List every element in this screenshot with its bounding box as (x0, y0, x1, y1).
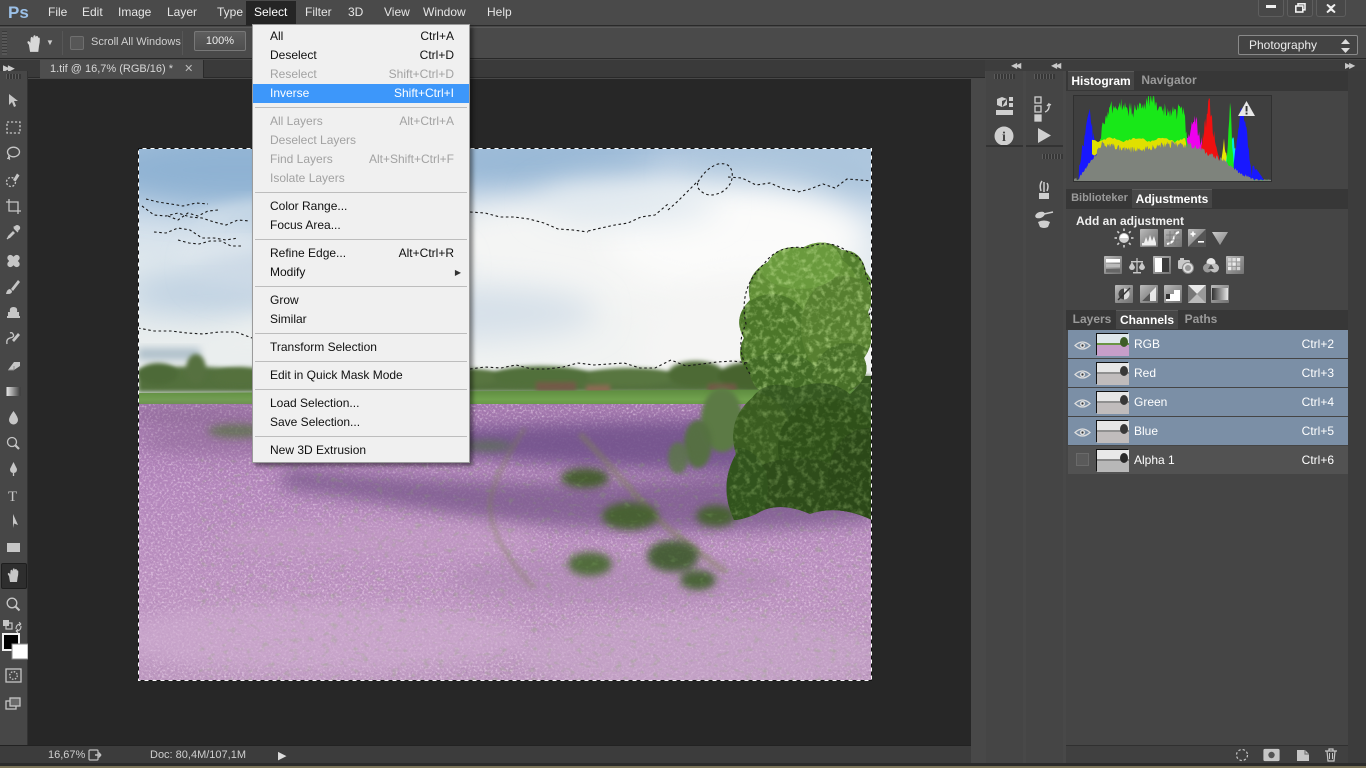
svg-text:T: T (8, 489, 17, 505)
svg-text:i: i (1002, 130, 1006, 145)
